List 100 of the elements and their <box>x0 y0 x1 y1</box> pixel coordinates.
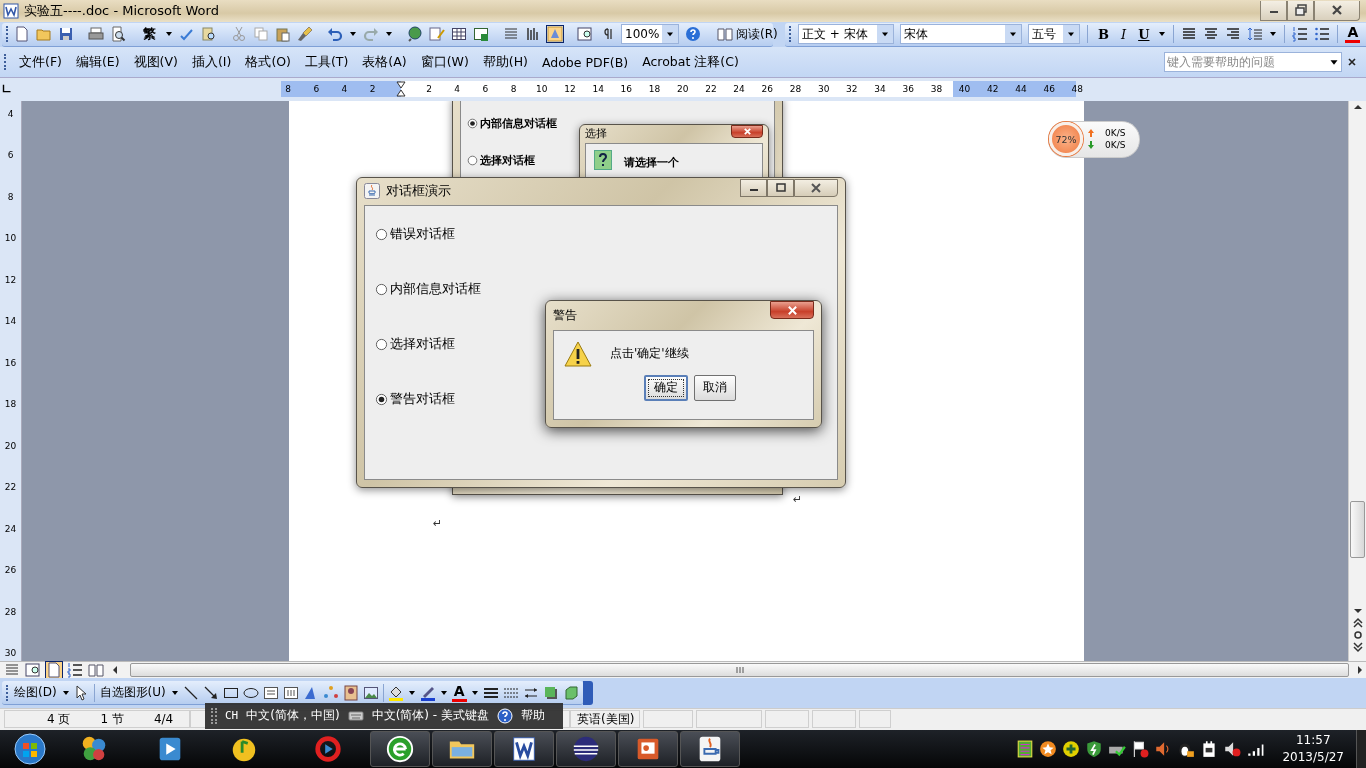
keyboard-layout[interactable]: 中文(简体) - 美式键盘 <box>371 707 489 725</box>
radio-button[interactable] <box>467 154 478 166</box>
maximize-button[interactable] <box>767 179 794 198</box>
indent-marker-icon[interactable] <box>395 81 406 98</box>
diagram-icon[interactable] <box>322 684 339 701</box>
line-color-icon[interactable] <box>419 684 436 701</box>
save-icon[interactable] <box>58 26 74 42</box>
undo-icon[interactable] <box>327 26 343 42</box>
right-align-icon[interactable] <box>1225 26 1242 42</box>
menu-item[interactable]: 插入(I) <box>185 51 238 73</box>
menu-item[interactable]: Acrobat 注释(C) <box>636 51 745 73</box>
previous-page-icon[interactable] <box>1351 616 1364 629</box>
close-icon[interactable] <box>1331 4 1343 17</box>
help-button[interactable]: 帮助 <box>520 707 545 725</box>
normal-view-icon[interactable] <box>4 661 20 678</box>
autoshapes-menu[interactable]: 自选图形(U) <box>98 684 167 702</box>
clock-time[interactable]: 11:57 <box>1295 731 1331 749</box>
italic-button[interactable]: I <box>1118 26 1130 42</box>
browser-icon[interactable] <box>385 733 415 764</box>
document-map-icon[interactable] <box>577 26 593 42</box>
toolbar-options-button[interactable] <box>582 681 593 706</box>
scroll-thumb[interactable] <box>1350 500 1365 558</box>
clock-date[interactable]: 2013/5/27 <box>1282 748 1344 766</box>
meter-icon[interactable] <box>1016 739 1035 758</box>
line-spacing-icon[interactable] <box>1247 26 1264 42</box>
close-button[interactable] <box>794 179 838 198</box>
picture-icon[interactable] <box>362 684 379 701</box>
radio-button[interactable] <box>375 227 388 241</box>
menu-item[interactable]: 帮助(H) <box>476 51 534 73</box>
font-size-dropdown[interactable]: 五号 <box>1028 24 1080 44</box>
columns-icon[interactable] <box>503 26 519 42</box>
bold-button[interactable]: B <box>1095 26 1112 42</box>
input-language[interactable]: 中文(简体，中国) <box>246 707 340 725</box>
clip-art-icon[interactable] <box>342 684 359 701</box>
justify-icon[interactable] <box>1181 26 1198 42</box>
restore-icon[interactable] <box>1294 4 1307 17</box>
bullet-list-icon[interactable] <box>1314 26 1331 42</box>
next-page-icon[interactable] <box>1351 640 1364 653</box>
close-button[interactable] <box>770 301 814 320</box>
language-code[interactable]: CH <box>225 709 239 723</box>
menu-item[interactable]: 工具(T) <box>298 51 355 73</box>
format-painter-icon[interactable] <box>297 26 313 42</box>
menu-item[interactable]: 格式(O) <box>239 51 297 73</box>
shadow-icon[interactable] <box>542 684 559 701</box>
book-icon[interactable] <box>717 26 733 42</box>
numbered-list-icon[interactable] <box>1292 26 1309 42</box>
radio-button[interactable] <box>467 117 478 129</box>
flag-error-icon[interactable] <box>1131 739 1150 758</box>
table-icon[interactable] <box>451 26 467 42</box>
print-preview-icon[interactable] <box>110 26 126 42</box>
zoom-dropdown[interactable]: 100% <box>621 24 679 44</box>
menu-item[interactable]: 窗口(W) <box>414 51 475 73</box>
line-icon[interactable] <box>182 684 199 701</box>
menu-item[interactable]: 表格(A) <box>356 51 413 73</box>
hyperlink-icon[interactable] <box>407 26 423 42</box>
menu-item[interactable]: 视图(V) <box>127 51 184 73</box>
help-icon[interactable] <box>685 26 701 42</box>
maximize-icon[interactable] <box>774 182 787 195</box>
start-orb-icon[interactable] <box>14 732 46 765</box>
radio-button[interactable] <box>375 392 388 406</box>
menu-item[interactable]: Adobe PDF(B) <box>535 52 635 72</box>
minimize-button[interactable] <box>1260 0 1287 21</box>
outline-view-icon[interactable] <box>67 661 83 678</box>
plus-icon[interactable] <box>1062 739 1081 758</box>
style-dropdown[interactable]: 正文 + 宋体 <box>798 24 894 44</box>
research-icon[interactable] <box>201 26 217 42</box>
dialog-button[interactable]: 确定 <box>643 374 688 401</box>
close-button[interactable] <box>731 125 763 139</box>
fill-color-icon[interactable] <box>387 684 404 701</box>
table-pen-icon[interactable] <box>429 26 445 42</box>
center-align-icon[interactable] <box>1203 26 1220 42</box>
text-box-icon[interactable] <box>262 684 279 701</box>
new-document-icon[interactable] <box>14 26 30 42</box>
print-icon[interactable] <box>88 26 104 42</box>
restore-button[interactable] <box>1287 0 1314 21</box>
traditional-chinese-button[interactable]: 繁 <box>140 25 159 43</box>
reading-view-icon[interactable] <box>88 661 104 678</box>
help-icon[interactable] <box>496 707 513 724</box>
arrow-icon[interactable] <box>202 684 219 701</box>
help-search-field[interactable]: 键入需要帮助的问题 <box>1164 52 1342 73</box>
print-layout-icon[interactable] <box>46 661 62 678</box>
shield-icon[interactable] <box>1085 739 1104 758</box>
horizontal-scrollbar[interactable] <box>130 662 1349 677</box>
close-button[interactable] <box>1314 0 1360 21</box>
video-player-icon[interactable] <box>313 733 343 764</box>
radio-button[interactable] <box>375 282 388 296</box>
bars-icon[interactable] <box>525 26 541 42</box>
radio-button[interactable] <box>375 337 388 351</box>
minimize-button[interactable] <box>740 179 767 198</box>
menu-item[interactable]: 文件(F) <box>13 51 68 73</box>
vertical-text-box-icon[interactable] <box>282 684 299 701</box>
browse-object-icon[interactable] <box>1351 628 1364 641</box>
dialog-button[interactable]: 取消 <box>693 374 736 401</box>
font-color-button[interactable]: A <box>1345 25 1361 43</box>
spreadsheet-icon[interactable] <box>473 26 489 42</box>
3d-cube-icon[interactable] <box>562 684 579 701</box>
web-view-icon[interactable] <box>25 661 41 678</box>
font-dropdown[interactable]: 宋体 <box>900 24 1022 44</box>
show-desktop-button[interactable] <box>1356 729 1366 768</box>
close-icon[interactable] <box>810 182 822 195</box>
